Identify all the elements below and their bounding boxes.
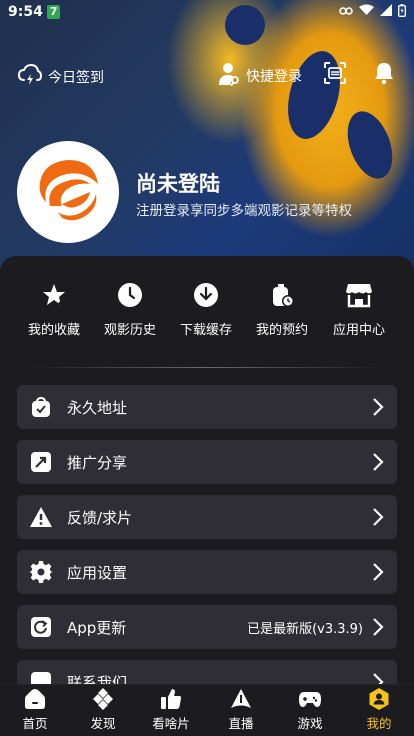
tab-home[interactable]: 首页	[5, 687, 65, 732]
menu-label: 永久地址	[67, 398, 128, 417]
discover-icon	[91, 687, 115, 711]
tab-profile[interactable]: 我的	[349, 687, 409, 732]
tab-what-to-watch[interactable]: 看啥片	[141, 687, 201, 732]
scan-icon	[323, 61, 347, 89]
tab-label: 游戏	[297, 716, 323, 731]
signal-icon	[380, 4, 392, 20]
notification-button[interactable]	[371, 62, 397, 88]
chevron-right-icon	[373, 453, 384, 471]
star-icon	[40, 281, 68, 309]
bell-icon	[373, 61, 395, 89]
version-status: 已是最新版(v3.3.9)	[247, 621, 363, 637]
user-key-icon	[218, 62, 240, 90]
shortcut-history[interactable]: 观影历史	[92, 281, 168, 338]
link-icon	[339, 4, 353, 20]
menu-row-share[interactable]: 推广分享	[17, 440, 397, 484]
tab-label: 我的	[366, 716, 392, 731]
checkin-button[interactable]: 今日签到	[17, 63, 104, 90]
menu-label: 应用设置	[67, 563, 128, 582]
tab-label: 看啥片	[152, 716, 190, 731]
status-bar: 9:54 7	[0, 0, 414, 24]
notification-badge: 7	[46, 5, 61, 19]
shortcut-label: 我的预约	[255, 323, 308, 338]
live-icon	[229, 687, 253, 711]
login-prompt: 注册登录享同步多端观影记录等特权	[136, 203, 352, 219]
reservation-icon	[268, 281, 296, 309]
menu-row-settings[interactable]: 应用设置	[17, 550, 397, 594]
menu-label: App更新	[67, 618, 127, 637]
battery-icon	[398, 3, 406, 21]
warning-icon	[29, 505, 53, 529]
shortcut-label: 应用中心	[332, 323, 385, 338]
thumbs-up-icon	[159, 687, 183, 711]
shortcut-app-center[interactable]: 应用中心	[321, 281, 397, 338]
status-time: 9:54	[8, 4, 43, 20]
username[interactable]: 尚未登陆	[136, 168, 220, 198]
menu-row-app-update[interactable]: App更新 已是最新版(v3.3.9)	[17, 605, 397, 649]
chevron-right-icon	[373, 508, 384, 526]
scan-button[interactable]	[322, 62, 348, 88]
menu-row-feedback[interactable]: 反馈/求片	[17, 495, 397, 539]
shortcut-label: 我的收藏	[27, 323, 80, 338]
checkin-label: 今日签到	[48, 70, 104, 86]
chevron-right-icon	[373, 618, 384, 636]
bottom-tab-bar: 首页 发现 看啥片 直播 游戏 我的	[0, 684, 414, 736]
share-icon	[29, 450, 53, 474]
shortcut-label: 下载缓存	[179, 323, 232, 338]
download-icon	[192, 281, 220, 309]
tab-games[interactable]: 游戏	[280, 687, 340, 732]
tab-label: 发现	[90, 716, 116, 731]
tab-label: 首页	[22, 716, 48, 731]
cloud-lightning-icon	[17, 63, 43, 90]
menu-row-permanent-address[interactable]: 永久地址	[17, 385, 397, 429]
divider	[30, 367, 384, 368]
shortcut-grid: 我的收藏 观影历史 下载缓存 我的预约 应用中心	[0, 281, 414, 341]
lock-bag-icon	[29, 395, 53, 419]
app-logo-icon	[32, 154, 104, 230]
home-icon	[23, 687, 47, 711]
store-icon	[345, 281, 373, 309]
gear-icon	[29, 560, 53, 584]
chevron-right-icon	[373, 398, 384, 416]
shortcut-downloads[interactable]: 下载缓存	[168, 281, 244, 338]
tab-discover[interactable]: 发现	[73, 687, 133, 732]
shortcut-reservations[interactable]: 我的预约	[244, 281, 320, 338]
tab-live[interactable]: 直播	[211, 687, 271, 732]
shortcut-label: 观影历史	[103, 323, 156, 338]
avatar[interactable]	[17, 141, 119, 243]
gamepad-icon	[298, 687, 322, 711]
quick-login-label: 快捷登录	[246, 69, 302, 85]
chevron-right-icon	[373, 563, 384, 581]
clock-icon	[116, 281, 144, 309]
menu-label: 反馈/求片	[67, 508, 133, 527]
refresh-icon	[29, 615, 53, 639]
tab-label: 直播	[228, 716, 254, 731]
wifi-icon	[359, 4, 374, 20]
profile-icon	[367, 687, 391, 711]
shortcut-favorites[interactable]: 我的收藏	[16, 281, 92, 338]
quick-login-button[interactable]: 快捷登录	[218, 62, 302, 90]
top-bar: 今日签到 快捷登录	[0, 58, 414, 92]
menu-label: 推广分享	[67, 453, 128, 472]
